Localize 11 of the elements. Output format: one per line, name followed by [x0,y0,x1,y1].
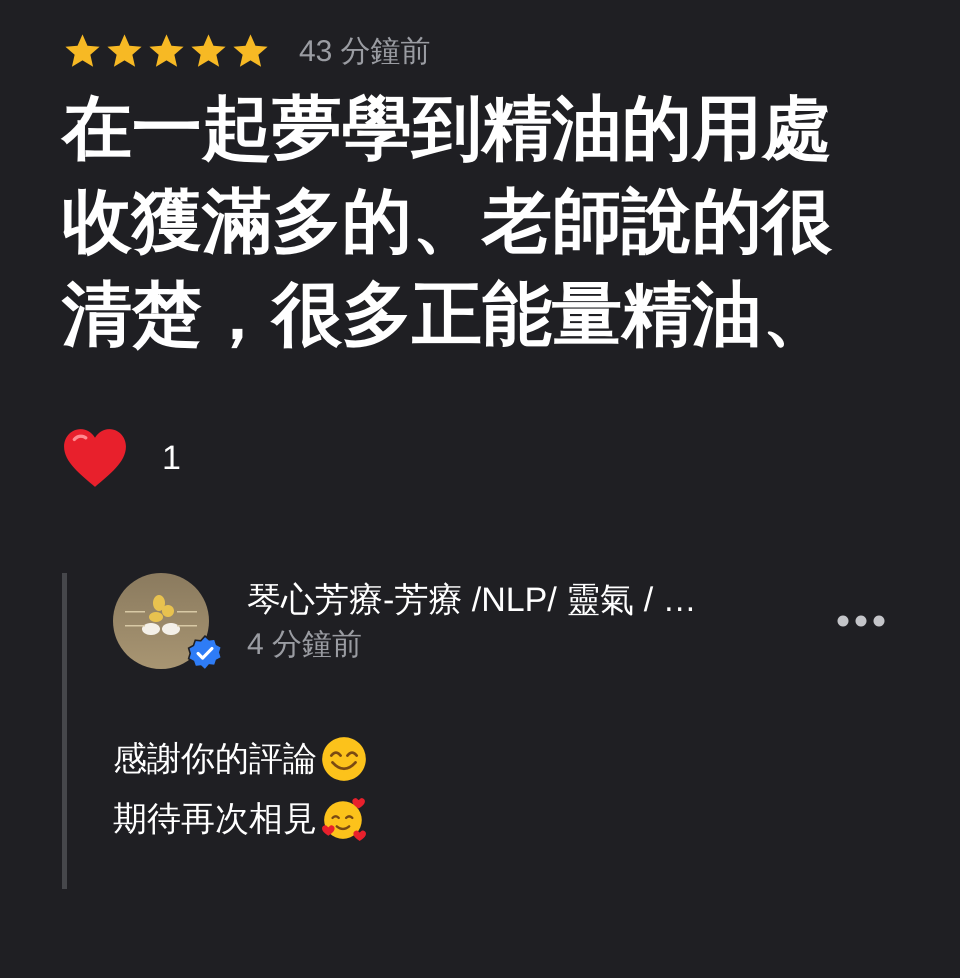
more-options-icon[interactable] [837,615,885,627]
heart-icon[interactable] [62,427,128,489]
review-time: 43 分鐘前 [299,34,431,70]
reply-time: 4 分鐘前 [247,627,364,663]
face-with-hearts-icon [321,796,367,842]
reply-text: 期待再次相見 [113,799,317,840]
author-name[interactable]: 琴心芳療-芳療 /NLP/ 靈氣 / … [247,577,807,623]
reaction-count: 1 [162,438,181,478]
review-text: 在一起夢學到精油的用處收獲滿多的、老師說的很清楚，很多正能量精油、 [62,88,834,355]
reply-text: 感謝你的評論 [113,739,317,780]
smiling-face-icon [321,736,367,782]
